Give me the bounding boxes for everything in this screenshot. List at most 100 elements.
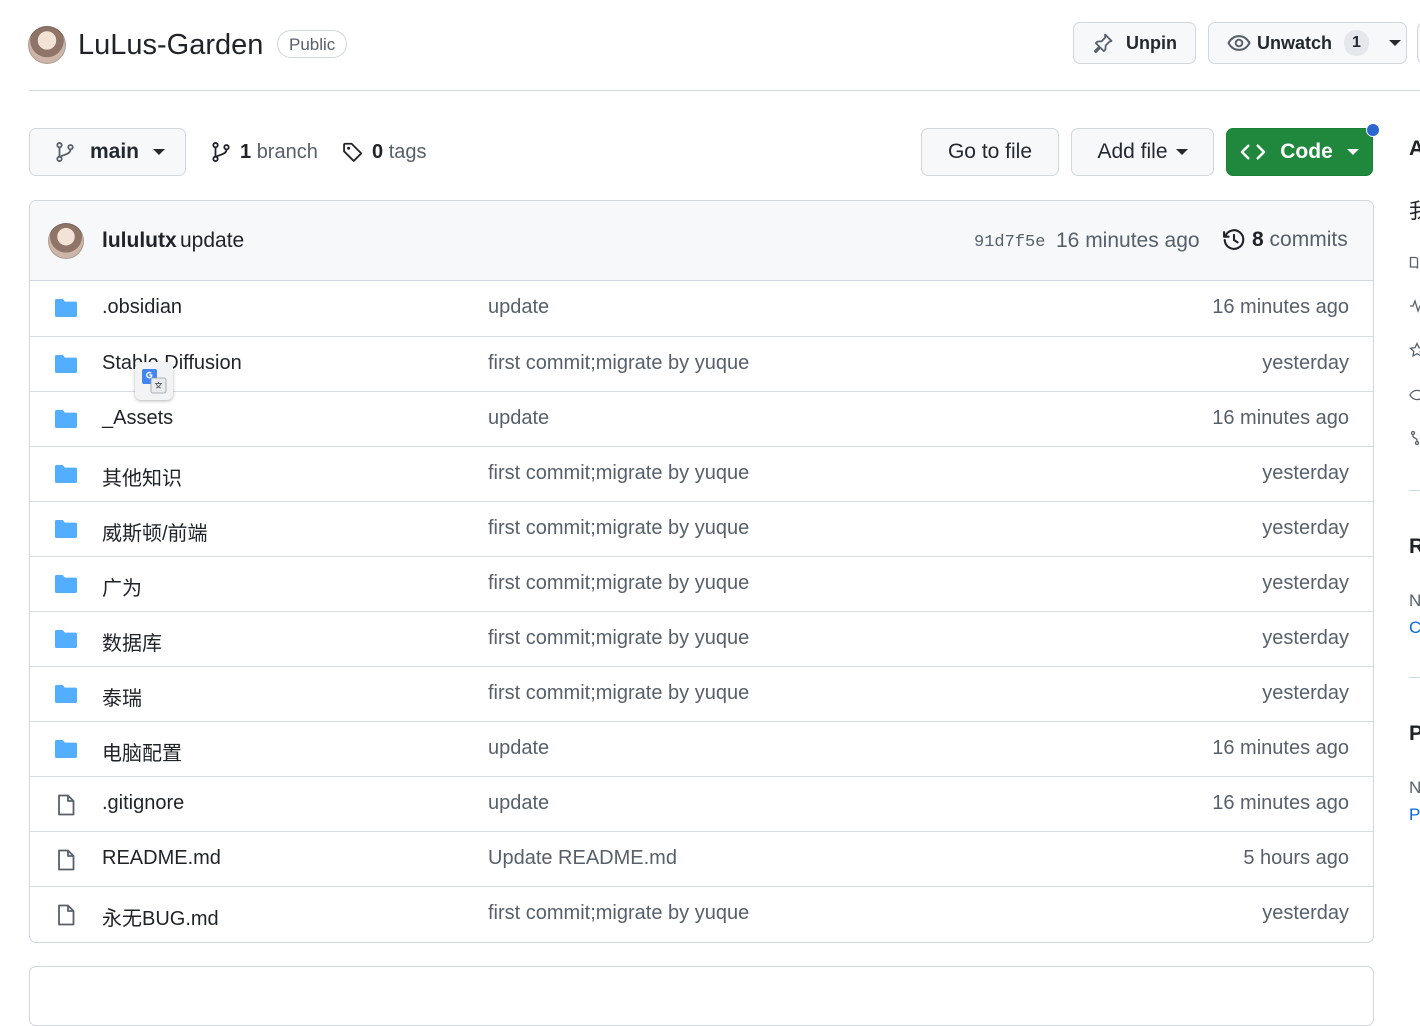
branch-name: main <box>90 140 140 163</box>
file-commit-message[interactable]: first commit;migrate by yuque <box>488 517 749 540</box>
folder-icon <box>54 463 78 485</box>
tag-icon <box>342 141 364 163</box>
file-age: 16 minutes ago <box>1212 792 1349 814</box>
author-avatar[interactable] <box>48 223 84 259</box>
google-translate-icon[interactable] <box>135 362 173 400</box>
file-name[interactable]: 泰瑞 <box>102 682 142 711</box>
code-button[interactable]: Code <box>1226 128 1373 176</box>
file-row[interactable]: 永无BUG.md first commit;migrate by yuque y… <box>30 886 1373 941</box>
file-row[interactable]: _Assets update 16 minutes ago <box>30 391 1373 446</box>
file-commit-message[interactable]: update <box>488 407 549 430</box>
file-row[interactable]: .gitignore update 16 minutes ago <box>30 776 1373 831</box>
file-name[interactable]: 威斯顿/前端 <box>102 517 208 546</box>
folder-icon <box>54 738 78 760</box>
tag-count: 0 <box>372 140 384 163</box>
file-age: 5 hours ago <box>1243 847 1349 869</box>
file-name[interactable]: 其他知识 <box>102 462 182 491</box>
file-name[interactable]: _Assets <box>102 407 173 430</box>
file-age: yesterday <box>1262 902 1349 924</box>
releases-heading[interactable]: R <box>1409 535 1420 559</box>
file-list: .obsidian update 16 minutes ago Stable D… <box>30 281 1373 941</box>
file-name[interactable]: 广为 <box>102 572 142 601</box>
fork-icon <box>1409 430 1420 446</box>
file-icon <box>54 848 78 872</box>
header-divider <box>29 90 1420 91</box>
file-row[interactable]: Stable Diffusion first commit;migrate by… <box>30 336 1373 391</box>
file-age: yesterday <box>1262 682 1349 704</box>
file-name[interactable]: README.md <box>102 847 221 870</box>
file-row[interactable]: 泰瑞 first commit;migrate by yuque yesterd… <box>30 666 1373 721</box>
history-icon <box>1222 228 1246 252</box>
file-commit-message[interactable]: Update README.md <box>488 847 677 870</box>
file-commit-message[interactable]: update <box>488 296 549 319</box>
commit-message[interactable]: update <box>180 229 244 253</box>
file-name[interactable]: 电脑配置 <box>102 737 182 766</box>
file-icon <box>54 793 78 817</box>
file-row[interactable]: 电脑配置 update 16 minutes ago <box>30 721 1373 776</box>
file-commit-message[interactable]: first commit;migrate by yuque <box>488 902 749 925</box>
file-commit-message[interactable]: update <box>488 737 549 760</box>
file-commit-message[interactable]: first commit;migrate by yuque <box>488 462 749 485</box>
releases-text: N <box>1409 591 1420 610</box>
chevron-down-icon <box>1388 40 1401 46</box>
chevron-down-icon <box>153 149 166 155</box>
file-row[interactable]: 其他知识 first commit;migrate by yuque yeste… <box>30 446 1373 501</box>
file-age: 16 minutes ago <box>1212 737 1349 759</box>
file-commit-message[interactable]: first commit;migrate by yuque <box>488 627 749 650</box>
branch-selector[interactable]: main <box>29 128 186 176</box>
folder-icon <box>54 353 78 375</box>
file-name[interactable]: .obsidian <box>102 296 182 319</box>
sidebar-divider <box>1409 490 1420 491</box>
unwatch-button[interactable]: Unwatch 1 <box>1208 22 1407 64</box>
commit-author[interactable]: lululutx <box>102 229 177 253</box>
file-age: yesterday <box>1262 572 1349 594</box>
activity-icon <box>1409 298 1420 314</box>
file-age: yesterday <box>1262 517 1349 539</box>
file-row[interactable]: 数据库 first commit;migrate by yuque yester… <box>30 611 1373 666</box>
chevron-down-icon <box>1175 149 1188 155</box>
file-commit-message[interactable]: first commit;migrate by yuque <box>488 572 749 595</box>
folder-icon <box>54 573 78 595</box>
star-icon <box>1409 342 1420 358</box>
git-branch-icon <box>54 141 76 163</box>
tag-label: tags <box>388 140 427 163</box>
repo-description: 我 <box>1409 200 1420 223</box>
file-commit-message[interactable]: first commit;migrate by yuque <box>488 352 749 375</box>
folder-icon <box>54 518 78 540</box>
file-age: yesterday <box>1262 462 1349 484</box>
file-row[interactable]: README.md Update README.md 5 hours ago <box>30 831 1373 886</box>
branches-link[interactable]: 1 branch <box>210 138 318 166</box>
packages-heading[interactable]: P <box>1409 722 1420 746</box>
folder-icon <box>54 628 78 650</box>
code-icon <box>1240 141 1266 163</box>
unpin-button[interactable]: Unpin <box>1073 22 1196 64</box>
file-commit-message[interactable]: first commit;migrate by yuque <box>488 682 749 705</box>
pin-icon <box>1092 32 1114 54</box>
create-release-link[interactable]: C <box>1409 618 1420 638</box>
owner-avatar[interactable] <box>28 26 66 64</box>
repo-name[interactable]: LuLus-Garden <box>78 26 263 64</box>
file-row[interactable]: .obsidian update 16 minutes ago <box>30 281 1373 336</box>
branch-count: 1 <box>240 140 252 163</box>
commits-label: commits <box>1269 228 1348 251</box>
tags-link[interactable]: 0 tags <box>342 138 427 166</box>
eye-icon <box>1227 31 1251 55</box>
file-row[interactable]: 威斯顿/前端 first commit;migrate by yuque yes… <box>30 501 1373 556</box>
git-branch-icon <box>210 141 232 163</box>
file-row[interactable]: 广为 first commit;migrate by yuque yesterd… <box>30 556 1373 611</box>
publish-package-link[interactable]: P <box>1409 805 1420 825</box>
file-age: yesterday <box>1262 352 1349 374</box>
add-file-label: Add file <box>1097 140 1168 163</box>
add-file-button[interactable]: Add file <box>1071 128 1214 176</box>
file-name[interactable]: 永无BUG.md <box>102 902 219 931</box>
file-browser: lululutx update 91d7f5e 16 minutes ago 8… <box>29 200 1374 943</box>
sidebar-divider <box>1409 677 1420 678</box>
book-icon <box>1409 255 1420 271</box>
file-commit-message[interactable]: update <box>488 792 549 815</box>
commit-sha[interactable]: 91d7f5e <box>974 233 1045 252</box>
file-name[interactable]: .gitignore <box>102 792 184 815</box>
commits-link[interactable]: 8 commits <box>1222 228 1348 252</box>
go-to-file-button[interactable]: Go to file <box>921 128 1059 176</box>
file-name[interactable]: 数据库 <box>102 627 162 656</box>
unpin-label: Unpin <box>1126 32 1177 53</box>
